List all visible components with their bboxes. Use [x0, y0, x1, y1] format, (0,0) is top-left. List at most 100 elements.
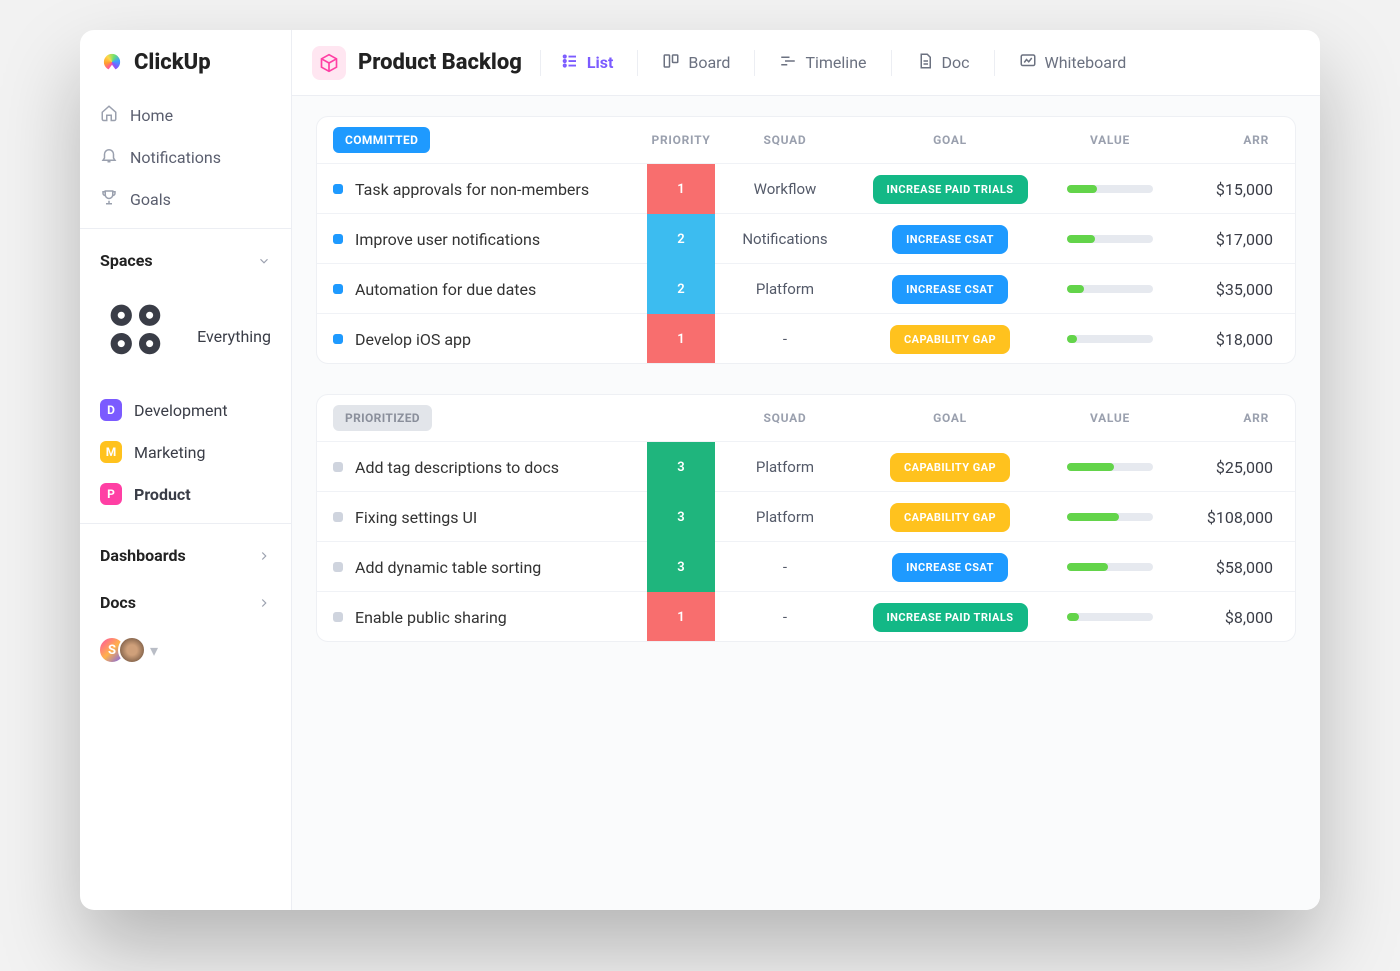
task-row[interactable]: Enable public sharing 1 - INCREASE PAID … [317, 591, 1295, 641]
squad-cell[interactable]: Workflow [715, 180, 855, 198]
content: COMMITTED PRIORITY SQUAD GOAL VALUE ARR … [292, 96, 1320, 910]
group-header: PRIORITIZED SQUAD GOAL VALUE ARR [317, 395, 1295, 441]
col-arr: ARR [1175, 411, 1295, 425]
arr-cell[interactable]: $15,000 [1175, 180, 1295, 199]
view-tab-doc[interactable]: Doc [914, 46, 972, 80]
divider [80, 523, 291, 524]
task-row[interactable]: Add dynamic table sorting 3 - INCREASE C… [317, 541, 1295, 591]
squad-cell[interactable]: Platform [715, 458, 855, 476]
divider [994, 50, 995, 76]
task-row[interactable]: Add tag descriptions to docs 3 Platform … [317, 441, 1295, 491]
status-square-icon[interactable] [333, 462, 343, 472]
task-group: COMMITTED PRIORITY SQUAD GOAL VALUE ARR … [316, 116, 1296, 364]
status-square-icon[interactable] [333, 334, 343, 344]
value-cell[interactable] [1045, 463, 1175, 471]
squad-cell[interactable]: Platform [715, 508, 855, 526]
priority-cell[interactable]: 1 [647, 592, 715, 642]
value-cell[interactable] [1045, 513, 1175, 521]
squad-cell[interactable]: - [715, 558, 855, 576]
goal-pill: CAPABILITY GAP [890, 503, 1010, 532]
sidebar-item-notifications[interactable]: Notifications [80, 136, 291, 178]
arr-cell[interactable]: $8,000 [1175, 608, 1295, 627]
task-name-cell: Task approvals for non-members [317, 180, 647, 199]
view-tab-whiteboard[interactable]: Whiteboard [1017, 46, 1129, 80]
spaces-header[interactable]: Spaces [80, 237, 291, 284]
goal-pill: CAPABILITY GAP [890, 325, 1010, 354]
view-tab-timeline[interactable]: Timeline [777, 46, 868, 80]
status-square-icon[interactable] [333, 562, 343, 572]
priority-cell[interactable]: 3 [647, 542, 715, 592]
task-name: Improve user notifications [355, 230, 540, 249]
cube-icon [312, 46, 346, 80]
squad-cell[interactable]: - [715, 330, 855, 348]
sidebar-item-goals[interactable]: Goals [80, 178, 291, 220]
task-row[interactable]: Automation for due dates 2 Platform INCR… [317, 263, 1295, 313]
goal-cell[interactable]: INCREASE PAID TRIALS [855, 603, 1045, 632]
goal-cell[interactable]: INCREASE CSAT [855, 225, 1045, 254]
view-tab-board[interactable]: Board [660, 46, 732, 80]
value-bar [1067, 285, 1153, 293]
sidebar-item-everything[interactable]: Everything [80, 284, 291, 389]
sidebar-space-product[interactable]: PProduct [80, 473, 291, 515]
user-avatars[interactable]: S ▾ [80, 626, 291, 674]
value-bar [1067, 185, 1153, 193]
task-row[interactable]: Improve user notifications 2 Notificatio… [317, 213, 1295, 263]
col-squad: SQUAD [715, 133, 855, 147]
status-pill[interactable]: PRIORITIZED [333, 405, 432, 431]
arr-cell[interactable]: $25,000 [1175, 458, 1295, 477]
arr-cell[interactable]: $18,000 [1175, 330, 1295, 349]
priority-cell[interactable]: 1 [647, 314, 715, 364]
arr-cell[interactable]: $35,000 [1175, 280, 1295, 299]
brand-logo[interactable]: ClickUp [80, 48, 291, 94]
arr-cell[interactable]: $108,000 [1175, 508, 1295, 527]
view-tab-list[interactable]: List [559, 46, 616, 80]
status-square-icon[interactable] [333, 234, 343, 244]
goal-cell[interactable]: INCREASE PAID TRIALS [855, 175, 1045, 204]
goal-cell[interactable]: INCREASE CSAT [855, 553, 1045, 582]
priority-cell[interactable]: 2 [647, 264, 715, 314]
sidebar-item-home[interactable]: Home [80, 94, 291, 136]
squad-cell[interactable]: Platform [715, 280, 855, 298]
value-cell[interactable] [1045, 185, 1175, 193]
space-badge: P [100, 483, 122, 505]
task-row[interactable]: Develop iOS app 1 - CAPABILITY GAP $18,0… [317, 313, 1295, 363]
sidebar-item-docs[interactable]: Docs [80, 579, 291, 626]
task-name-cell: Add tag descriptions to docs [317, 458, 647, 477]
goal-cell[interactable]: CAPABILITY GAP [855, 453, 1045, 482]
status-pill[interactable]: COMMITTED [333, 127, 430, 153]
status-square-icon[interactable] [333, 512, 343, 522]
arr-cell[interactable]: $58,000 [1175, 558, 1295, 577]
main-panel: Product Backlog ListBoardTimelineDocWhit… [292, 30, 1320, 910]
value-cell[interactable] [1045, 563, 1175, 571]
goal-cell[interactable]: CAPABILITY GAP [855, 325, 1045, 354]
goal-cell[interactable]: CAPABILITY GAP [855, 503, 1045, 532]
value-bar [1067, 335, 1153, 343]
value-cell[interactable] [1045, 335, 1175, 343]
priority-cell[interactable]: 3 [647, 492, 715, 542]
value-cell[interactable] [1045, 235, 1175, 243]
status-square-icon[interactable] [333, 284, 343, 294]
goal-cell[interactable]: INCREASE CSAT [855, 275, 1045, 304]
value-cell[interactable] [1045, 285, 1175, 293]
divider [80, 228, 291, 229]
view-tabs: List Board Timeline Doc Whiteboard [559, 46, 1128, 80]
squad-cell[interactable]: Notifications [715, 230, 855, 248]
sidebar-item-dashboards[interactable]: Dashboards [80, 532, 291, 579]
trophy-icon [100, 188, 118, 210]
sidebar-space-development[interactable]: DDevelopment [80, 389, 291, 431]
priority-cell[interactable]: 2 [647, 214, 715, 264]
priority-cell[interactable]: 1 [647, 164, 715, 214]
goal-pill: INCREASE CSAT [892, 275, 1008, 304]
task-row[interactable]: Task approvals for non-members 1 Workflo… [317, 163, 1295, 213]
sidebar-space-marketing[interactable]: MMarketing [80, 431, 291, 473]
task-row[interactable]: Fixing settings UI 3 Platform CAPABILITY… [317, 491, 1295, 541]
arr-cell[interactable]: $17,000 [1175, 230, 1295, 249]
col-goal: GOAL [855, 411, 1045, 425]
value-cell[interactable] [1045, 613, 1175, 621]
priority-cell[interactable]: 3 [647, 442, 715, 492]
task-name-cell: Improve user notifications [317, 230, 647, 249]
status-square-icon[interactable] [333, 184, 343, 194]
status-square-icon[interactable] [333, 612, 343, 622]
squad-cell[interactable]: - [715, 608, 855, 626]
brand-name: ClickUp [134, 50, 211, 75]
